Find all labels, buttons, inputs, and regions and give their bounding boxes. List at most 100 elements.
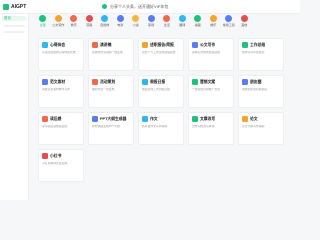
tool-card[interactable]: PPT大纲生成器 帮你快速生成PPT大纲 (88, 112, 134, 145)
megaphone-icon (192, 79, 198, 85)
sidebar-placeholder-line (3, 31, 25, 33)
tab-category[interactable]: 其他 (237, 15, 253, 33)
edit-icon (192, 116, 198, 122)
tool-card[interactable]: 述职报告/简报 总结个人工作生成述职报告 (138, 38, 184, 71)
tool-card-grid: 心得体会 写出高质量的心得体会文章 演讲稿 各类场合演讲稿一键生成 述职报告/简报 总结个… (38, 38, 300, 182)
doc-icon (192, 42, 198, 48)
tool-card[interactable]: 工作总结 帮你写好年终总结 (238, 38, 284, 71)
tab-category[interactable]: 公文写作 (51, 15, 67, 33)
tool-card-description: 各年级作文写作辅导 (142, 125, 168, 128)
tool-card-description: 多种公文格式快速完成 (192, 51, 220, 54)
tab-category[interactable]: 电商 (113, 15, 129, 33)
tool-card-description: 文章润色改写降重 (192, 125, 215, 128)
book-icon (42, 79, 48, 85)
tool-card-title: 朋友圈 (250, 79, 262, 84)
paper-icon (242, 116, 248, 122)
tool-card-title: 文章改写 (200, 116, 216, 121)
tool-card-description: 小红书爆款文案生成 (42, 162, 68, 165)
sidebar: 首页 (0, 14, 29, 200)
calendar-icon (142, 79, 148, 85)
tool-card-header: 工作总结 (242, 42, 280, 48)
tab-category[interactable]: 营销 (82, 15, 98, 33)
tool-card[interactable]: 文章改写文章润色改写降重 (188, 112, 234, 145)
book-icon (70, 15, 78, 22)
tool-card-title: 演讲稿 (100, 42, 112, 47)
tool-card-title: 活动策划 (100, 79, 116, 84)
tab-category[interactable]: 职场 (144, 15, 160, 33)
tool-card[interactable]: 朋友圈 朋友圈文案轻松搞定 (238, 75, 284, 108)
tool-card-description: 快速生成工作周报日报 (142, 88, 170, 91)
category-tabs: 全部 公文写作 教育 营销 自媒体 电商 小说 职场 生活 翻译 编程 娱乐 常用工具 其他 (35, 15, 297, 33)
tool-card[interactable]: 论文论文大纲写作辅助 (238, 112, 284, 145)
tool-card[interactable]: 周报日报快速生成工作周报日报 (138, 75, 184, 108)
tool-card-title: 心得体会 (50, 42, 66, 47)
tool-card-title: 作文 (150, 116, 158, 121)
camera-icon (242, 79, 248, 85)
tool-card[interactable]: 活动策划 策划方案一键生成 (88, 75, 134, 108)
tab-category-label: 常用工具 (222, 23, 235, 27)
tool-card[interactable]: 演讲稿各类场合演讲稿一键生成 (88, 38, 134, 71)
sidebar-item-label: 首页 (4, 16, 11, 20)
tool-card-title: 工作总结 (250, 42, 266, 47)
tool-card[interactable]: 作文各年级作文写作辅导 (138, 112, 184, 145)
tool-card-title: 述职报告/简报 (150, 42, 174, 47)
notice-banner[interactable]: 分享个人头条，送开通好VIP年包 (102, 3, 168, 10)
chart-icon (242, 42, 248, 48)
tool-card-description: 论文大纲写作辅助 (242, 125, 265, 128)
bag-icon (147, 15, 155, 22)
tool-card-header: 读后感 (42, 116, 80, 122)
tool-card-header: 朋友圈 (242, 79, 280, 85)
tool-card-title: 小红书 (50, 153, 62, 158)
tool-card-header: 营销文案 (192, 79, 230, 85)
sidebar-item-home[interactable]: 首页 (2, 16, 26, 21)
tool-card-header: 心得体会 (42, 42, 80, 48)
megaphone-icon (85, 15, 93, 22)
tab-category-label: 编程 (194, 23, 201, 27)
app-logo[interactable]: AIGPT (3, 3, 26, 10)
tab-category[interactable]: 编程 (190, 15, 206, 33)
tool-card[interactable]: 公文写作多种公文格式快速完成 (188, 38, 234, 71)
notice-text: 分享个人头条，送开通好VIP年包 (110, 3, 169, 9)
tab-category[interactable]: 小说 (128, 15, 144, 33)
tool-card-title: 公文写作 (200, 42, 216, 47)
tab-category[interactable]: 常用工具 (221, 15, 237, 33)
tool-card-header: 述职报告/简报 (142, 42, 180, 48)
tool-card[interactable]: 心得体会写出高质量的心得体会文章 (38, 38, 84, 71)
tab-category[interactable]: 生活 (159, 15, 175, 33)
tool-card-title: 范文素材 (50, 79, 66, 84)
mic-icon (92, 42, 98, 48)
more-icon (240, 15, 248, 22)
tab-category[interactable]: 自媒体 (97, 15, 113, 33)
tool-card-description: 海量范文素材参考写作 (42, 88, 70, 91)
pen-icon (142, 116, 148, 122)
sidebar-placeholder-line (3, 25, 25, 27)
tool-card-header: 周报日报 (142, 79, 180, 85)
media-icon (101, 15, 109, 22)
tab-category-label: 自媒体 (100, 23, 110, 27)
tab-category-label: 生活 (163, 23, 170, 27)
tool-card[interactable]: 营销文案 一键生成营销推广文案 (188, 75, 234, 108)
tool-card-header: 演讲稿 (92, 42, 130, 48)
tool-card[interactable]: 读后感 读书读后感快速生成 (38, 112, 84, 145)
heart-icon (42, 42, 48, 48)
tool-card-description: 写出高质量的心得体会文章 (42, 51, 76, 54)
tab-category-label: 娱乐 (210, 23, 217, 27)
tab-category[interactable]: 教育 (66, 15, 82, 33)
tab-category-label: 全部 (39, 23, 46, 27)
tool-card-header: 论文 (242, 116, 280, 122)
tool-card[interactable]: 范文素材海量范文素材参考写作 (38, 75, 84, 108)
tab-category-label: 其他 (241, 23, 248, 27)
tab-category[interactable]: 全部 (35, 15, 51, 33)
heart-icon (163, 15, 171, 22)
tab-category[interactable]: 翻译 (175, 15, 191, 33)
tool-card-description: 各类场合演讲稿一键生成 (92, 51, 123, 54)
tool-card-title: 周报日报 (150, 79, 166, 84)
tool-card[interactable]: 小红书小红书爆款文案生成 (38, 149, 84, 182)
top-bar: AIGPT 分享个人头条，送开通好VIP年包 (0, 0, 300, 14)
logo-icon (3, 3, 9, 10)
tool-card-header: 活动策划 (92, 79, 130, 85)
tool-card-header: 文章改写 (192, 116, 230, 122)
tab-category[interactable]: 娱乐 (206, 15, 222, 33)
tab-category-label: 教育 (70, 23, 77, 27)
tab-category-label: 电商 (117, 23, 124, 27)
